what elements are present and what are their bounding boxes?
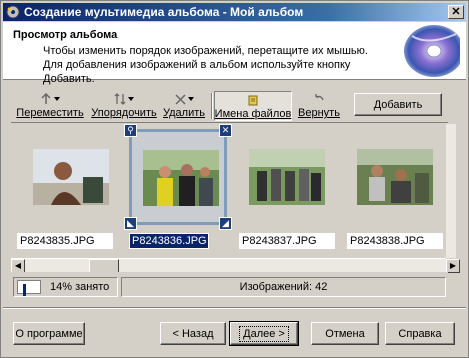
usage-indicator: 14% занято	[13, 277, 118, 297]
next-button[interactable]: Далее >	[229, 321, 299, 346]
zoom-icon[interactable]: ⚲	[124, 124, 137, 137]
delete-icon	[174, 92, 194, 106]
page-heading: Просмотр альбома	[13, 29, 118, 41]
resize-handle-icon[interactable]: ◢	[219, 217, 232, 230]
toolbar-separator	[211, 93, 213, 119]
delete-button[interactable]: Удалить	[161, 91, 207, 121]
filenames-toggle[interactable]: Имена файлов	[214, 91, 292, 121]
move-icon	[40, 92, 60, 106]
filenames-label: Имена файлов	[214, 108, 292, 120]
move-button[interactable]: Переместить	[15, 91, 85, 121]
back-button[interactable]: < Назад	[160, 322, 226, 345]
undo-button[interactable]: Вернуть	[297, 91, 341, 121]
undo-label: Вернуть	[298, 107, 340, 119]
thumbnail-filename: P8243838.JPG	[347, 233, 443, 249]
close-button[interactable]: ✕	[448, 5, 464, 19]
image-count: Изображений: 42	[239, 281, 328, 293]
page-description: Чтобы изменить порядок изображений, пере…	[43, 45, 368, 85]
delete-label: Удалить	[163, 107, 205, 119]
window-title: Создание мультимедиа альбома - Мой альбо…	[24, 5, 304, 19]
next-button-label: Далее >	[239, 325, 289, 342]
page-header: Просмотр альбома Чтобы изменить порядок …	[3, 22, 466, 85]
photo-thumbnail	[143, 150, 219, 206]
usage-text: 14% занято	[50, 281, 110, 293]
scroll-left-icon[interactable]: ◀	[11, 259, 25, 273]
add-button[interactable]: Добавить	[354, 93, 442, 116]
move-label: Переместить	[16, 107, 84, 119]
thumbnail-filename: P8243835.JPG	[17, 233, 113, 249]
status-bar: 14% занято Изображений: 42	[11, 272, 448, 302]
cancel-button[interactable]: Отмена	[311, 322, 379, 345]
cd-disc-icon	[404, 25, 460, 77]
resize-handle-icon[interactable]: ◣	[124, 217, 137, 230]
image-count-cell: Изображений: 42	[121, 277, 446, 297]
about-button[interactable]: О программе	[13, 322, 85, 345]
photo-thumbnail	[249, 149, 325, 205]
scrollbar-thumb[interactable]	[89, 259, 119, 273]
usage-meter	[17, 280, 41, 296]
footer-divider	[3, 307, 466, 309]
photo-thumbnail	[357, 149, 433, 205]
thumbnail-filename: P8243836.JPG	[129, 233, 209, 249]
filenames-icon	[247, 93, 259, 107]
undo-icon	[313, 92, 325, 106]
album-wizard-window: Создание мультимедиа альбома - Мой альбо…	[0, 0, 469, 358]
photo-thumbnail	[33, 149, 109, 205]
help-button[interactable]: Справка	[385, 322, 455, 345]
vertical-scrollbar[interactable]	[446, 124, 456, 258]
title-bar[interactable]: Создание мультимедиа альбома - Мой альбо…	[3, 3, 466, 21]
horizontal-scrollbar[interactable]: ◀ ▶	[11, 258, 460, 273]
usage-fill	[23, 284, 26, 296]
scroll-right-icon[interactable]: ▶	[446, 259, 460, 273]
arrange-icon	[114, 92, 134, 106]
album-thumbnail-view[interactable]: ⚲ ✕ ◣ ◢ P8243835.JPG P8243836.JPG P82438…	[11, 124, 444, 258]
thumbnail-filename: P8243837.JPG	[239, 233, 335, 249]
album-toolbar: Переместить Упорядочить Удалить Имена фа…	[11, 89, 448, 123]
arrange-button[interactable]: Упорядочить	[91, 91, 157, 121]
arrange-label: Упорядочить	[91, 107, 157, 119]
app-icon	[6, 5, 20, 19]
close-icon[interactable]: ✕	[219, 124, 232, 137]
